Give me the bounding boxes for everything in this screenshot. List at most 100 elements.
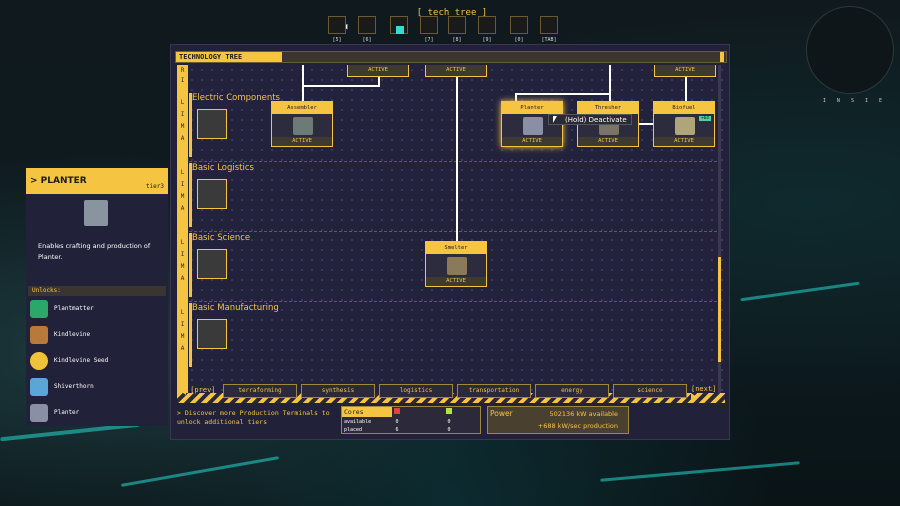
tier-rail: R I L I M A L I M A L I M A L I M A (177, 65, 188, 403)
node-status: ACTIVE (426, 65, 486, 76)
hotbar-key: [7] (424, 37, 434, 43)
rail-code: A (180, 345, 185, 352)
unlock-item[interactable]: Shiverthorn (28, 376, 166, 398)
plantmatter-icon (30, 300, 48, 318)
category-tabs: [prev] terraforming synthesis logistics … (177, 384, 725, 403)
cores-title: Cores (342, 407, 392, 417)
shiverthorn-icon (30, 378, 48, 396)
red-available-value: 0 (395, 419, 399, 425)
tab-transportation[interactable]: transportation (457, 384, 531, 398)
rail-code: L (180, 99, 185, 106)
panel-header: TECHNOLOGY TREE (175, 51, 727, 63)
row-divider (189, 231, 717, 232)
node-status: ACTIVE (655, 65, 715, 76)
tab-science[interactable]: science (613, 384, 687, 398)
kindlevine-icon (30, 326, 48, 344)
hotbar-slot-tab[interactable] (540, 16, 558, 34)
selected-tech-description: Enables crafting and production of Plant… (38, 242, 151, 261)
hotbar-slot-6[interactable] (358, 16, 376, 34)
minimap (806, 6, 894, 94)
hotbar-key: [5] (332, 37, 342, 43)
basic-science-icon[interactable] (197, 249, 227, 279)
power-production: +688 kW/sec production (537, 422, 618, 430)
cores-available-label: available (344, 419, 372, 425)
node-title: Smelter (426, 242, 486, 254)
tech-node-partial[interactable]: ACTIVE (347, 65, 409, 77)
row-divider (189, 161, 717, 162)
glow-streak (120, 456, 280, 487)
tab-logistics[interactable]: logistics (379, 384, 453, 398)
smelter-icon (447, 257, 467, 275)
planter-preview-icon (84, 200, 108, 226)
unlock-label: Plantmatter (54, 305, 94, 312)
panel-title: TECHNOLOGY TREE (176, 52, 282, 62)
prev-button[interactable]: [prev] (179, 385, 216, 395)
connector-wire (609, 65, 611, 101)
connector-wire (302, 85, 378, 87)
tech-node-biofuel[interactable]: Biofuel +64 ACTIVE (653, 101, 715, 147)
unlock-item[interactable]: Kindlevine Seed (28, 350, 166, 372)
tech-tree-grid[interactable]: R I L I M A L I M A L I M A L I M A Elec… (177, 65, 725, 403)
unlock-item[interactable]: Kindlevine (28, 324, 166, 346)
power-title: Power (490, 409, 513, 418)
node-status: ACTIVE (578, 137, 638, 146)
rail-code: A (180, 275, 185, 282)
rail-code: I (180, 111, 185, 118)
unlock-label: Planter (54, 409, 80, 416)
biofuel-icon (675, 117, 695, 135)
hotbar-key: [8] (452, 37, 462, 43)
scrollbar-thumb[interactable] (718, 257, 721, 362)
rail-code: I (180, 321, 185, 328)
tech-node-partial[interactable]: ACTIVE (654, 65, 716, 77)
node-status: ACTIVE (502, 137, 562, 146)
node-title: Assembler (272, 102, 332, 114)
hotbar-key: [0] (514, 37, 524, 43)
hotbar-slot-7[interactable] (420, 16, 438, 34)
tech-node-assembler[interactable]: Assembler ACTIVE (271, 101, 333, 147)
selected-tech-name: > PLANTER (30, 176, 87, 186)
node-status: ACTIVE (272, 137, 332, 146)
deactivate-tooltip: (Hold) Deactivate (548, 114, 632, 125)
red-placed-value: 6 (395, 427, 399, 433)
tab-terraforming[interactable]: terraforming (223, 384, 297, 398)
glow-streak (600, 461, 800, 482)
node-status: ACTIVE (426, 277, 486, 286)
cores-box: Cores available placed 0 6 0 0 (341, 406, 481, 434)
unlock-item[interactable]: Plantmatter (28, 298, 166, 320)
tech-node-smelter[interactable]: Smelter ACTIVE (425, 241, 487, 287)
node-badge: +64 (698, 116, 711, 121)
electric-components-icon[interactable] (197, 109, 227, 139)
row-title: Basic Logistics (192, 163, 254, 173)
kindlevine-seed-icon (30, 352, 48, 370)
power-available: 502136 kW available (549, 410, 618, 418)
power-box: Power 502136 kW available +688 kW/sec pr… (487, 406, 629, 434)
info-header: > PLANTER tier3 (26, 168, 168, 194)
next-button[interactable]: [next] (691, 385, 725, 403)
panel-header-cap (720, 52, 724, 62)
unlock-item[interactable]: Planter (28, 402, 166, 424)
rail-code: L (180, 239, 185, 246)
rail-code: I (180, 251, 185, 258)
green-available-value: 0 (447, 419, 451, 425)
hotbar-slot-9[interactable] (478, 16, 496, 34)
prev-arrow-icon (179, 385, 186, 395)
basic-manufacturing-icon[interactable] (197, 319, 227, 349)
hotbar-slot-0[interactable] (510, 16, 528, 34)
green-core-icon (446, 408, 452, 414)
hotbar-slot-8[interactable] (448, 16, 466, 34)
node-status: ACTIVE (654, 137, 714, 146)
tech-node-partial[interactable]: ACTIVE (425, 65, 487, 77)
hotbar-active-indicator (396, 26, 404, 34)
node-status: ACTIVE (348, 65, 408, 76)
basic-logistics-icon[interactable] (197, 179, 227, 209)
tab-energy[interactable]: energy (535, 384, 609, 398)
tab-synthesis[interactable]: synthesis (301, 384, 375, 398)
connector-wire (685, 77, 687, 101)
hotbar-slot-5[interactable] (328, 16, 346, 34)
prev-label: [prev] (190, 386, 216, 394)
selected-tech-info-panel: > PLANTER tier3 Enables crafting and pro… (26, 168, 168, 426)
rail-code: I (180, 77, 185, 84)
tier-row-basic-logistics: Basic Logistics (189, 161, 717, 231)
discover-hint: > Discover more Production Terminals to … (177, 409, 330, 426)
unlock-label: Kindlevine Seed (54, 357, 109, 364)
